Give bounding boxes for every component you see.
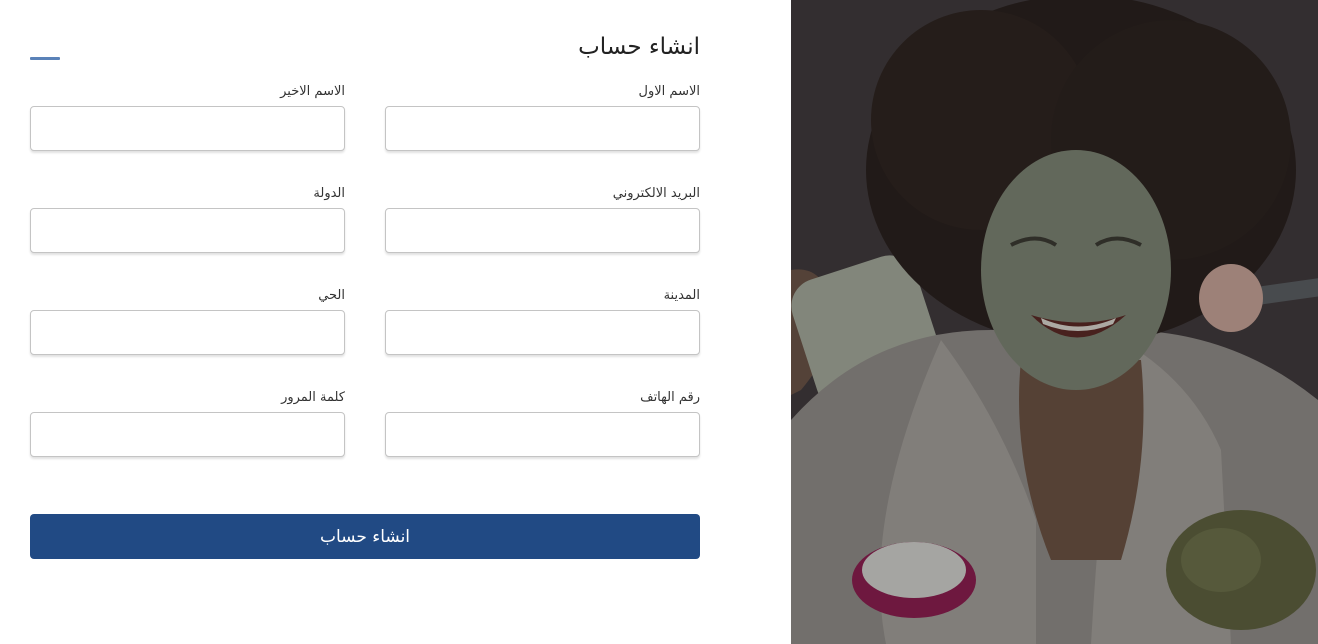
district-field: الحي bbox=[30, 288, 345, 355]
signup-page: انشاء حساب الاسم الاول الاسم الاخير البر… bbox=[0, 0, 1318, 644]
last-name-input[interactable] bbox=[30, 106, 345, 151]
first-name-label: الاسم الاول bbox=[638, 84, 700, 99]
city-field: المدينة bbox=[385, 288, 700, 355]
page-title: انشاء حساب bbox=[578, 34, 700, 60]
district-input[interactable] bbox=[30, 310, 345, 355]
last-name-label: الاسم الاخير bbox=[280, 84, 345, 99]
city-label: المدينة bbox=[663, 288, 700, 303]
password-label: كلمة المرور bbox=[281, 390, 345, 405]
first-name-input[interactable] bbox=[385, 106, 700, 151]
country-field: الدولة bbox=[30, 186, 345, 253]
last-name-field: الاسم الاخير bbox=[30, 84, 345, 151]
email-label: البريد الالكتروني bbox=[612, 186, 700, 201]
city-input[interactable] bbox=[385, 310, 700, 355]
hero-dark-overlay bbox=[791, 0, 1318, 644]
country-label: الدولة bbox=[313, 186, 345, 201]
district-label: الحي bbox=[318, 288, 345, 303]
title-accent-line bbox=[30, 57, 60, 60]
email-field: البريد الالكتروني bbox=[385, 186, 700, 253]
first-name-field: الاسم الاول bbox=[385, 84, 700, 151]
password-field: كلمة المرور bbox=[30, 390, 345, 457]
country-input[interactable] bbox=[30, 208, 345, 253]
phone-field: رقم الهاتف bbox=[385, 390, 700, 457]
password-input[interactable] bbox=[30, 412, 345, 457]
hero-image bbox=[791, 0, 1318, 644]
phone-label: رقم الهاتف bbox=[640, 390, 700, 405]
email-input[interactable] bbox=[385, 208, 700, 253]
phone-input[interactable] bbox=[385, 412, 700, 457]
create-account-button[interactable]: انشاء حساب bbox=[30, 514, 700, 559]
